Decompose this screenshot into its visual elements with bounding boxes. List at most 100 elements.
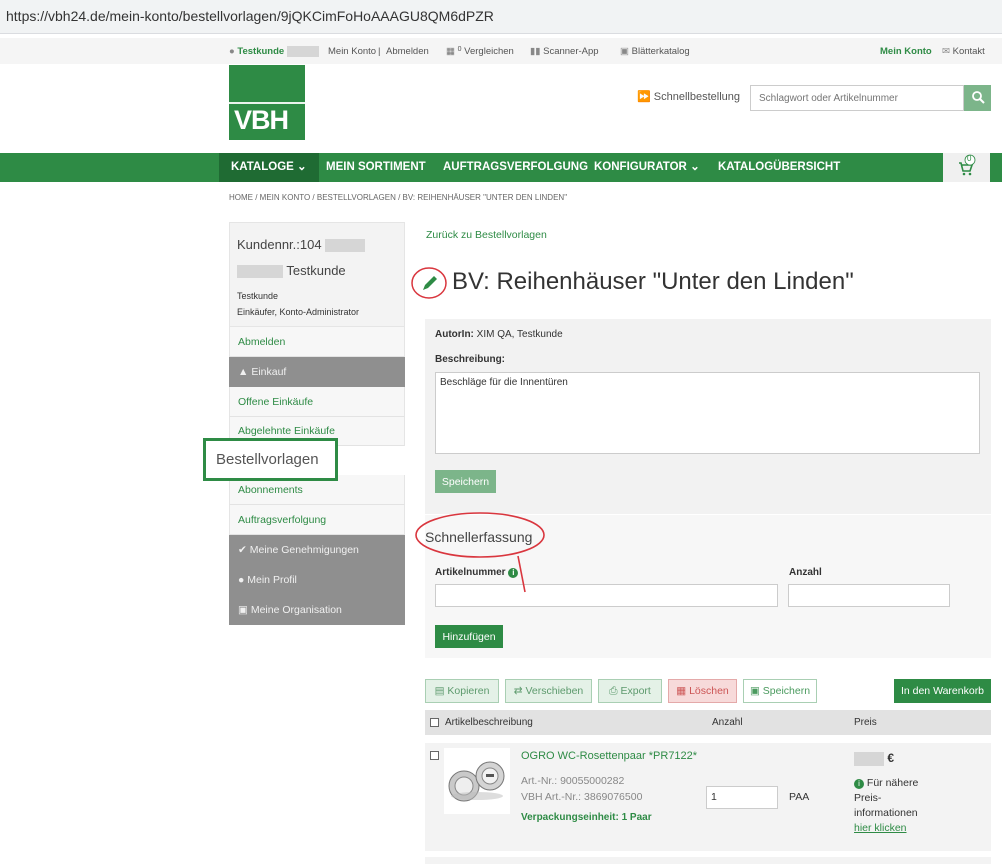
book-icon: ▣: [620, 46, 629, 57]
info-icon[interactable]: i: [508, 568, 519, 578]
blurred-company: [237, 265, 283, 279]
sidebar-item-offene-einkaeufe[interactable]: Offene Einkäufe: [229, 387, 405, 417]
print-icon: ⎙: [609, 685, 618, 697]
account-link[interactable]: Mein Konto: [328, 46, 376, 57]
search-icon: [971, 90, 985, 104]
col-price: Preis: [854, 717, 877, 728]
cart-icon: ▲: [238, 366, 249, 378]
logo-text: VBH: [234, 105, 289, 135]
customer-info: Kundennr.:104 Testkunde Testkunde Einkäu…: [229, 222, 405, 327]
sidebar-item-organisation[interactable]: ▣ Meine Organisation: [229, 595, 405, 625]
nav-kataloge[interactable]: KATALOGE ⌄: [219, 153, 319, 182]
row-unit: PAA: [789, 791, 810, 803]
author-line: AutorIn: XIM QA, Testkunde: [435, 329, 563, 340]
export-button[interactable]: ⎙ Export: [598, 679, 662, 703]
chevron-down-icon: ⌄: [297, 161, 307, 173]
compare-link[interactable]: ▦ 0 Vergleichen: [446, 46, 514, 57]
contact-link[interactable]: ✉ Kontakt: [942, 46, 985, 57]
main-navigation: KATALOGE ⌄ MEIN SORTIMENT AUFTRAGSVERFOL…: [0, 153, 1002, 182]
row-quantity-input[interactable]: 1: [706, 786, 778, 809]
sidebar-item-einkauf[interactable]: ▲ Einkauf: [229, 357, 405, 387]
logout-link[interactable]: Abmelden: [386, 46, 429, 57]
quick-entry-title: Schnellerfassung: [425, 529, 533, 545]
price-info-line-1: i Für nähere: [854, 777, 918, 789]
nav-auftragsverfolgung[interactable]: AUFTRAGSVERFOLGUNG: [443, 153, 588, 182]
quick-order-link[interactable]: ⏩ Schnellbestellung: [637, 90, 740, 103]
sidebar-item-abmelden[interactable]: Abmelden: [229, 327, 405, 357]
add-button[interactable]: Hinzufügen: [435, 625, 503, 648]
move-button[interactable]: ⇄ Verschieben: [505, 679, 592, 703]
vbh-article-number: VBH Art.-Nr.: 3869076500: [521, 791, 643, 803]
swap-icon: ⇄: [513, 685, 523, 697]
barcode-icon: ▮▮: [530, 46, 541, 57]
packaging-unit: Verpackungseinheit: 1 Paar: [521, 812, 652, 823]
edit-title-button[interactable]: [410, 266, 448, 300]
col-quantity: Anzahl: [712, 717, 743, 728]
nav-konfigurator[interactable]: KONFIGURATOR ⌄: [594, 153, 700, 182]
next-table-row: [425, 857, 991, 864]
article-number-label: Artikelnummer i: [435, 567, 519, 578]
save-button[interactable]: ▣ Speichern: [743, 679, 817, 703]
customer-number: Kundennr.:104: [237, 237, 366, 253]
copy-button[interactable]: ▤ Kopieren: [425, 679, 499, 703]
sidebar-item-profil[interactable]: ● Mein Profil: [229, 565, 405, 595]
browser-url-bar[interactable]: https://vbh24.de/mein-konto/bestellvorla…: [0, 0, 1002, 34]
copy-icon: ▤: [434, 685, 445, 697]
product-name-link[interactable]: OGRO WC-Rosettenpaar *PR7122*: [521, 750, 697, 762]
info-icon: i: [854, 779, 864, 789]
customer-name: Testkunde: [237, 263, 346, 279]
logo-line: [229, 102, 305, 104]
delete-button[interactable]: ▦ Löschen: [668, 679, 737, 703]
description-textarea[interactable]: Beschläge für die Innentüren: [435, 372, 980, 454]
sidebar-item-auftragsverfolgung[interactable]: Auftragsverfolgung: [229, 505, 405, 535]
article-number: Art.-Nr.: 90055000282: [521, 775, 625, 787]
price-info-link[interactable]: hier klicken: [854, 822, 907, 834]
nav-kataloguebersicht[interactable]: KATALOGÜBERSICHT: [718, 153, 840, 182]
product-image[interactable]: [444, 748, 510, 814]
blurred-price: [854, 751, 884, 766]
chevron-down-icon: ⌄: [690, 161, 700, 173]
quantity-label: Anzahl: [789, 567, 822, 578]
topbar-separator: |: [378, 46, 381, 57]
blurred-user-name: [286, 46, 319, 57]
user-icon: ●: [238, 574, 245, 586]
vbh-logo[interactable]: VBH: [229, 65, 305, 140]
price-info-line-3: informationen: [854, 807, 918, 819]
user-roles: Einkäufer, Konto-Administrator: [237, 307, 360, 317]
table-header: Artikelbeschreibung Anzahl Preis: [425, 710, 991, 735]
fast-forward-icon: ⏩: [637, 91, 651, 103]
page-title: BV: Reihenhäuser "Unter den Linden": [452, 268, 854, 295]
compare-count: 0: [457, 46, 462, 53]
col-description: Artikelbeschreibung: [445, 717, 533, 728]
compare-icon: ▦: [446, 46, 455, 57]
add-to-cart-button[interactable]: In den Warenkorb: [894, 679, 991, 703]
cart-button[interactable]: 0: [943, 153, 990, 182]
back-to-templates-link[interactable]: Zurück zu Bestellvorlagen: [426, 229, 547, 241]
mail-icon: ✉: [942, 46, 950, 57]
pencil-icon: [411, 267, 447, 299]
search-button[interactable]: [964, 85, 991, 111]
row-price: €: [854, 751, 894, 766]
select-all-checkbox[interactable]: [430, 718, 439, 727]
catalog-link[interactable]: ▣ Blätterkatalog: [620, 46, 690, 57]
url-text: https://vbh24.de/mein-konto/bestellvorla…: [6, 8, 494, 24]
save-description-button[interactable]: Speichern: [435, 470, 496, 493]
sidebar-item-bestellvorlagen-highlight[interactable]: Bestellvorlagen: [203, 438, 338, 481]
briefcase-icon: ▣: [238, 604, 248, 616]
article-number-input[interactable]: [435, 584, 778, 607]
sidebar-item-genehmigungen[interactable]: ✔ Meine Genehmigungen: [229, 535, 405, 565]
row-checkbox[interactable]: [430, 751, 439, 760]
nav-mein-sortiment[interactable]: MEIN SORTIMENT: [326, 153, 426, 182]
user-link[interactable]: ● Testkunde: [229, 46, 319, 57]
my-account-link[interactable]: Mein Konto: [880, 46, 932, 57]
search-input[interactable]: [750, 85, 964, 111]
scanner-link[interactable]: ▮▮ Scanner-App: [530, 46, 599, 57]
description-label: Beschreibung:: [435, 354, 506, 365]
breadcrumb: HOME / MEIN KONTO / BESTELLVORLAGEN / BV…: [229, 193, 568, 202]
quantity-input[interactable]: [788, 584, 950, 607]
price-info-line-2: Preis-: [854, 792, 882, 804]
user-icon: ●: [229, 46, 235, 58]
trash-icon: ▦: [676, 685, 687, 697]
cart-count: 0: [967, 154, 972, 163]
floppy-icon: ▣: [749, 685, 760, 697]
